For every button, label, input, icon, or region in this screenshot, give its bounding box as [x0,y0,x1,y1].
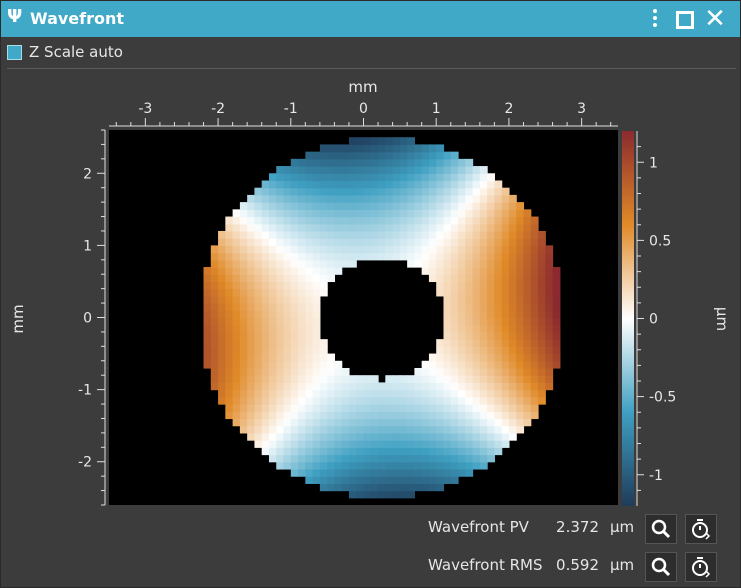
wavefront-plot-svg[interactable]: mm mm µm -3 -2 -1 0 1 2 3 2 1 0 -1 -2 1 0.5 0 -0.5 -1 [1,69,740,509]
pv-value: 2.372 [556,518,599,536]
toolbar: Z Scale auto [1,38,740,68]
colorbar-tick-label: 1 [649,155,658,171]
rms-unit: µm [610,556,635,574]
psi-icon: Ψ [7,6,23,27]
rms-label: Wavefront RMS [428,556,543,574]
magnifier-icon [651,557,671,577]
y-tick-label: 1 [83,238,92,254]
readout-rms: Wavefront RMS 0.592 µm [1,551,740,582]
colorbar-label: µm [713,307,731,331]
kebab-menu-icon[interactable] [643,6,667,32]
x-axis-ticks: -3 -2 -1 0 1 2 3 [115,101,612,126]
y-tick-label: 0 [83,311,92,327]
colorbar-tick-label: 0.5 [649,233,671,249]
maximize-icon[interactable] [673,6,697,32]
x-tick-label: 2 [504,101,513,117]
wavefront-window: Ψ Wavefront ✕ Z Scale auto mm mm µm -3 -… [0,0,741,588]
x-tick-label: -2 [211,101,225,117]
stopwatch-icon [692,557,711,578]
y-tick-label: -1 [78,383,92,399]
colorbar-tick-label: -1 [649,468,663,484]
magnifier-icon [651,519,671,539]
z-scale-auto-label[interactable]: Z Scale auto [29,43,123,61]
rms-value: 0.592 [556,556,599,574]
readout-pv: Wavefront PV 2.372 µm [1,513,740,544]
pv-timer-button[interactable] [685,514,717,544]
y-tick-label: 2 [83,166,92,182]
y-tick-label: -2 [78,455,92,471]
colorbar-ticks: 1 0.5 0 -0.5 -1 [637,146,676,491]
pv-label: Wavefront PV [428,518,529,536]
colorbar-tick-label: -0.5 [649,390,676,406]
x-tick-label: -1 [284,101,298,117]
colorbar [622,131,634,506]
x-tick-label: 3 [577,101,586,117]
y-axis-label: mm [9,304,27,333]
x-tick-label: 0 [359,101,368,117]
pv-unit: µm [610,518,635,536]
title-bar[interactable]: Ψ Wavefront ✕ [1,1,740,37]
rms-zoom-button[interactable] [645,552,677,582]
colorbar-tick-label: 0 [649,312,658,328]
wavefront-plot[interactable]: mm mm µm -3 -2 -1 0 1 2 3 2 1 0 -1 -2 1 0.5 0 -0.5 -1 [1,69,740,509]
y-axis-ticks: 2 1 0 -1 -2 [78,129,105,506]
close-icon[interactable]: ✕ [703,6,727,32]
pv-zoom-button[interactable] [645,514,677,544]
x-axis-label: mm [348,78,377,96]
window-title: Wavefront [30,9,125,28]
rms-timer-button[interactable] [685,552,717,582]
stopwatch-icon [692,519,711,540]
z-scale-auto-checkbox[interactable] [7,45,22,60]
x-tick-label: 1 [432,101,441,117]
x-tick-label: -3 [138,101,152,117]
